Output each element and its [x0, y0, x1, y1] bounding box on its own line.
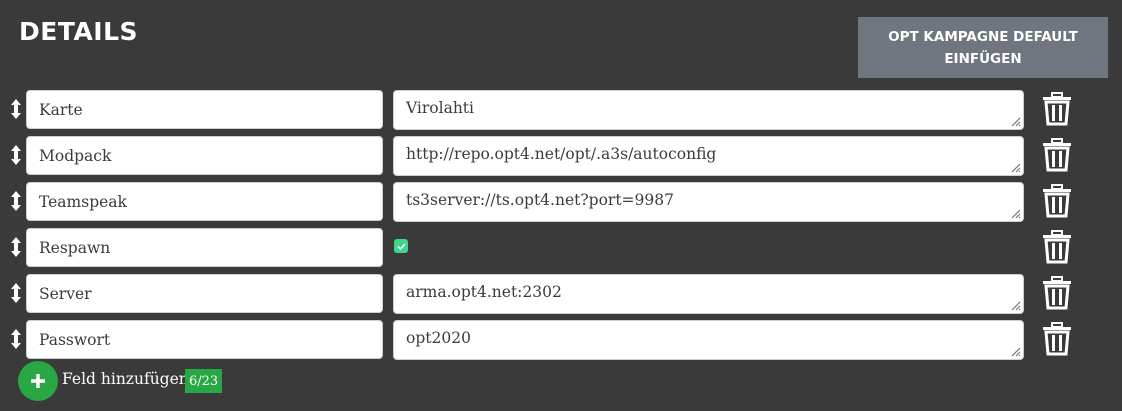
resize-grip-icon[interactable]	[1009, 161, 1021, 173]
field-value-input[interactable]: opt2020	[393, 320, 1024, 360]
add-field-label[interactable]: Feld hinzufügen	[62, 370, 189, 388]
drag-handle-icon[interactable]	[9, 144, 23, 166]
add-field-button[interactable]	[18, 361, 58, 401]
trash-icon[interactable]	[1041, 92, 1073, 126]
field-row: Karte Virolahti	[0, 90, 1122, 130]
drag-handle-icon[interactable]	[9, 190, 23, 212]
plus-icon	[31, 374, 45, 388]
trash-icon[interactable]	[1041, 322, 1073, 356]
trash-icon[interactable]	[1041, 138, 1073, 172]
field-key-input[interactable]: Respawn	[26, 228, 383, 267]
field-row: Server arma.opt4.net:2302	[0, 274, 1122, 314]
field-key-input[interactable]: Server	[26, 274, 383, 313]
resize-grip-icon[interactable]	[1009, 345, 1021, 357]
trash-icon[interactable]	[1041, 184, 1073, 218]
field-row: Teamspeak ts3server://ts.opt4.net?port=9…	[0, 182, 1122, 222]
field-value-input[interactable]: ts3server://ts.opt4.net?port=9987	[393, 182, 1024, 222]
field-count-badge: 6/23	[185, 369, 223, 393]
field-value-text: Virolahti	[406, 99, 474, 117]
trash-icon[interactable]	[1041, 230, 1073, 264]
drag-handle-icon[interactable]	[9, 236, 23, 258]
drag-handle-icon[interactable]	[9, 98, 23, 120]
respawn-checkbox[interactable]	[394, 239, 408, 253]
check-icon	[396, 242, 406, 250]
field-value-input[interactable]: Virolahti	[393, 90, 1024, 130]
field-value-input[interactable]: http://repo.opt4.net/opt/.a3s/autoconfig	[393, 136, 1024, 176]
field-row: Modpack http://repo.opt4.net/opt/.a3s/au…	[0, 136, 1122, 176]
field-key-input[interactable]: Teamspeak	[26, 182, 383, 221]
drag-handle-icon[interactable]	[9, 282, 23, 304]
page-title: DETAILS	[19, 17, 139, 46]
field-key-input[interactable]: Modpack	[26, 136, 383, 175]
insert-campaign-default-button[interactable]: OPT KAMPAGNE DEFAULT EINFÜGEN	[858, 17, 1108, 78]
field-value-input[interactable]: arma.opt4.net:2302	[393, 274, 1024, 314]
resize-grip-icon[interactable]	[1009, 299, 1021, 311]
resize-grip-icon[interactable]	[1009, 207, 1021, 219]
field-key-input[interactable]: Passwort	[26, 320, 383, 359]
resize-grip-icon[interactable]	[1009, 115, 1021, 127]
field-value-text: arma.opt4.net:2302	[406, 283, 562, 301]
field-value-text: ts3server://ts.opt4.net?port=9987	[406, 191, 674, 209]
drag-handle-icon[interactable]	[9, 328, 23, 350]
field-value-text: http://repo.opt4.net/opt/.a3s/autoconfig	[406, 145, 717, 163]
field-row: Passwort opt2020	[0, 320, 1122, 360]
trash-icon[interactable]	[1041, 276, 1073, 310]
field-value-text: opt2020	[406, 329, 471, 347]
field-row: Respawn	[0, 228, 1122, 268]
field-key-input[interactable]: Karte	[26, 90, 383, 129]
